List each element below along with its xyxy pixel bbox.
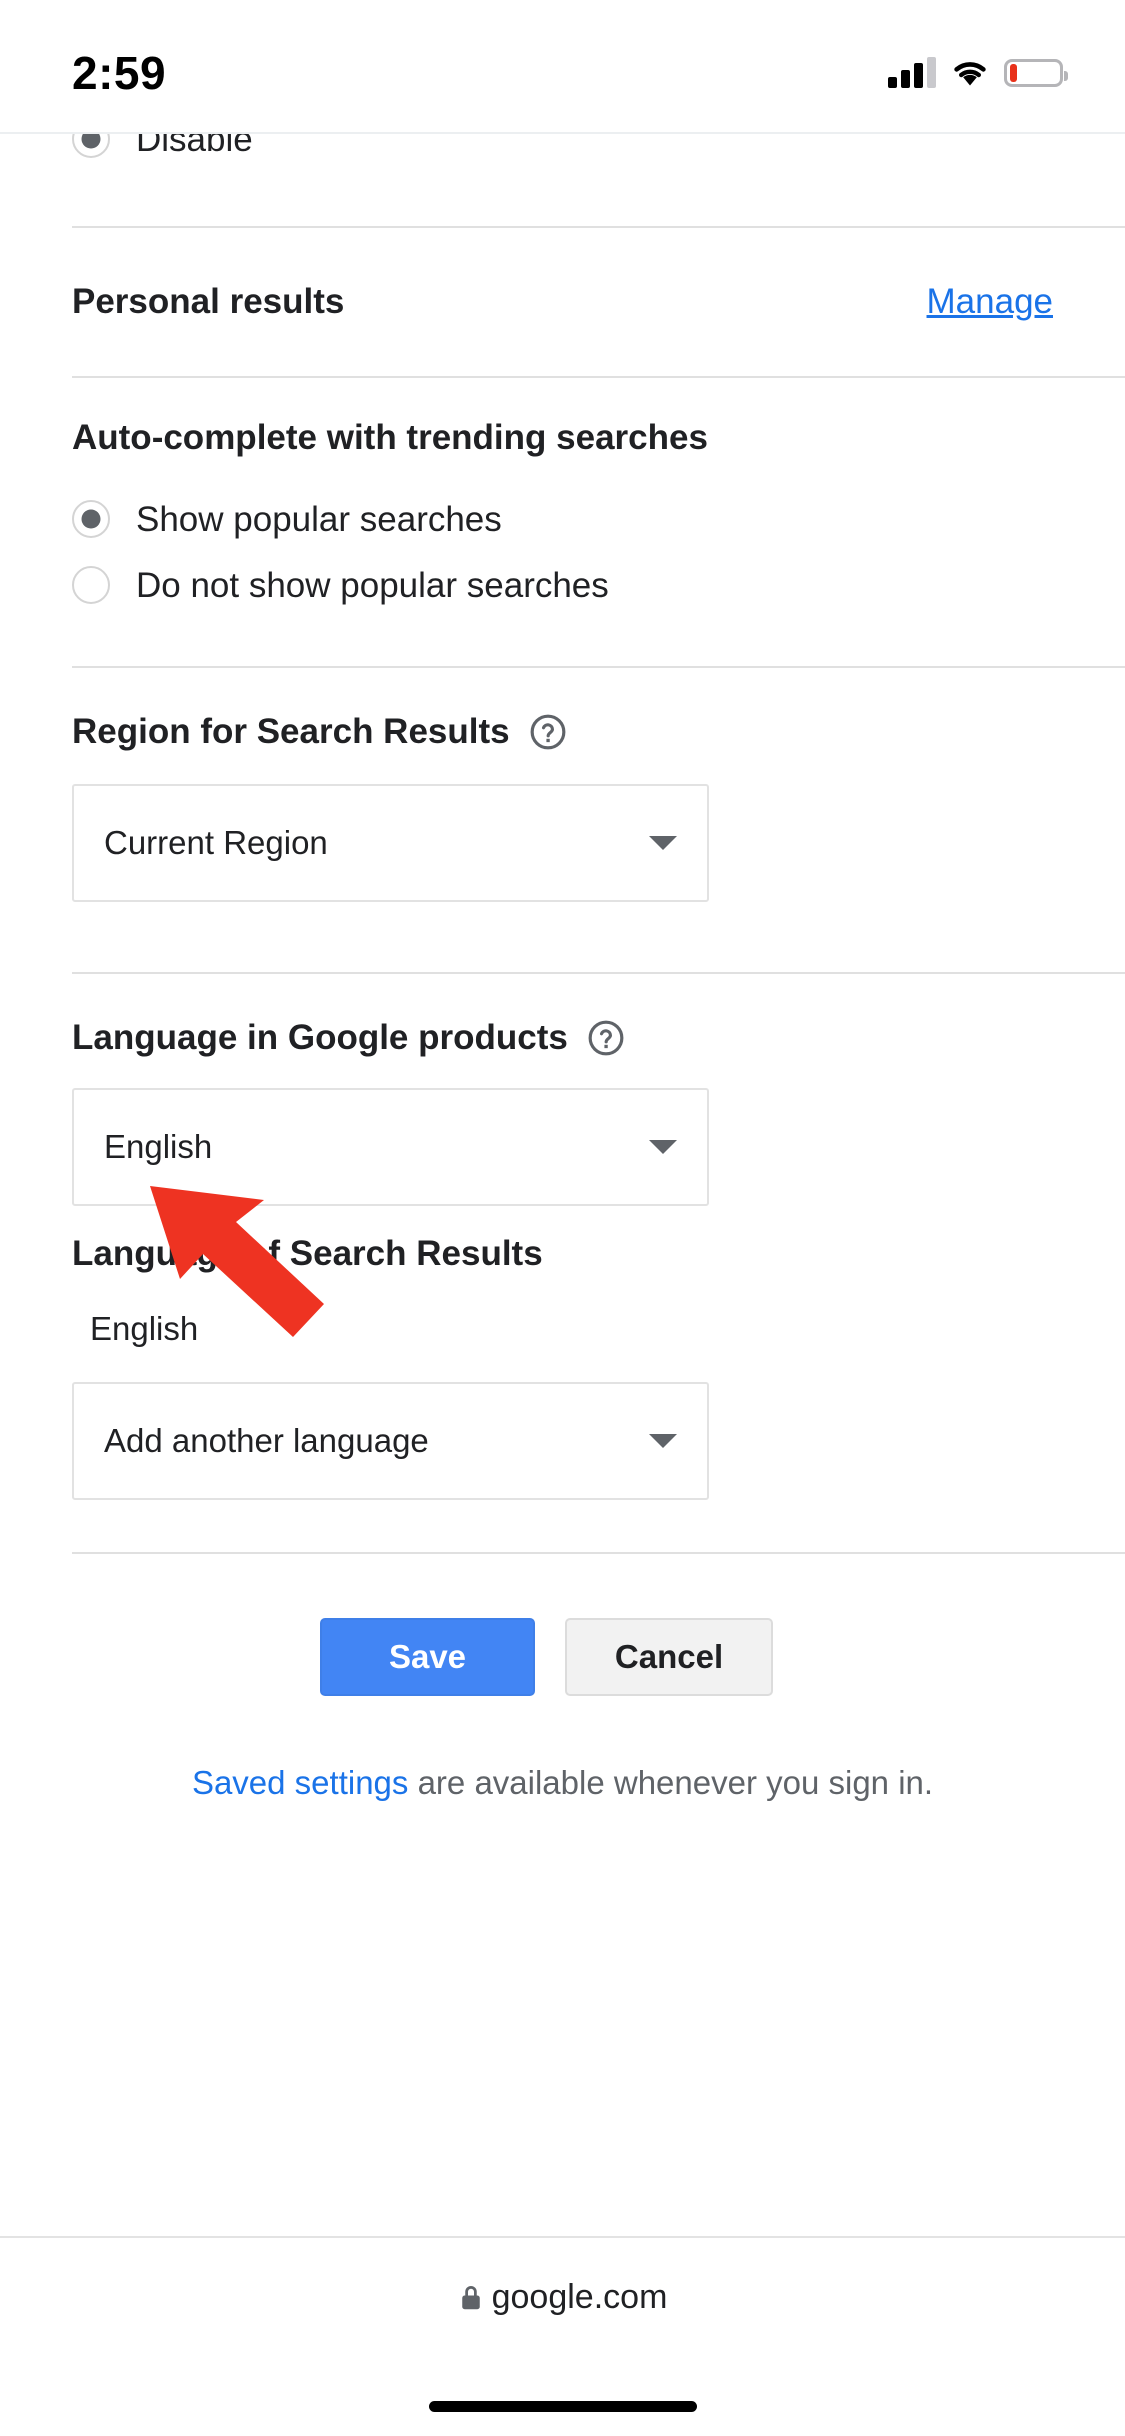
radio-row-do-not-show-popular[interactable]: Do not show popular searches [72,552,1053,618]
saved-settings-link[interactable]: Saved settings [192,1764,408,1801]
add-another-language-value: Add another language [104,1422,429,1459]
radio-do-not-show-popular-label: Do not show popular searches [136,565,609,605]
radio-row-show-popular[interactable]: Show popular searches [72,486,1053,552]
language-products-select[interactable]: English [72,1088,709,1206]
save-button[interactable]: Save [320,1618,535,1696]
personal-results-section: Personal results Manage [0,228,1125,376]
region-select-value: Current Region [104,824,328,861]
personal-results-title: Personal results [72,282,345,321]
language-results-title-text: Language of Search Results [72,1234,543,1273]
url-display[interactable]: google.com [458,2278,668,2317]
status-bar: 2:59 [0,0,1125,132]
help-circle-icon[interactable] [587,1019,625,1057]
home-indicator[interactable] [428,2401,697,2412]
saved-settings-note: Saved settings are available whenever yo… [0,1712,1125,1802]
cancel-button[interactable]: Cancel [565,1618,773,1696]
chevron-down-icon [649,1434,677,1448]
status-bar-icons [888,57,1068,88]
chevron-down-icon [649,1140,677,1154]
language-products-title: Language in Google products [72,1018,1053,1058]
cellular-signal-icon [888,57,936,88]
language-products-section: Language in Google products English [0,974,1125,1234]
language-results-current-value: English [90,1310,199,1347]
manage-link[interactable]: Manage [927,282,1053,322]
autocomplete-title-text: Auto-complete with trending searches [72,418,708,457]
chevron-down-icon [649,836,677,850]
wifi-icon [954,62,986,86]
region-title-text: Region for Search Results [72,712,510,751]
language-results-title: Language of Search Results [72,1234,1053,1274]
lock-icon [461,2285,480,2309]
radio-row-disable[interactable]: Disable [72,132,1053,172]
search-settings-clipped-option: Disable [0,132,1125,172]
settings-page: Disable Personal results Manage Auto-com… [0,132,1125,1802]
region-title: Region for Search Results [72,712,1053,752]
radio-show-popular-label: Show popular searches [136,499,502,539]
radio-disable-icon[interactable] [72,134,110,158]
autocomplete-section: Auto-complete with trending searches Sho… [0,378,1125,666]
autocomplete-title: Auto-complete with trending searches [72,418,1053,458]
add-another-language-select[interactable]: Add another language [72,1382,709,1500]
region-select[interactable]: Current Region [72,784,709,902]
radio-disable-label: Disable [136,132,253,159]
radio-show-popular-icon[interactable] [72,500,110,538]
browser-bottom-bar: google.com [0,2236,1125,2436]
battery-low-icon [1004,59,1068,87]
language-products-select-value: English [104,1128,213,1165]
status-bar-time: 2:59 [72,47,167,99]
saved-settings-rest: are available whenever you sign in. [408,1764,934,1801]
radio-do-not-show-popular-icon[interactable] [72,566,110,604]
help-circle-icon[interactable] [529,713,567,751]
url-text: google.com [491,2278,668,2316]
browser-viewport: Disable Personal results Manage Auto-com… [0,132,1125,2236]
form-actions: Save Cancel [0,1602,1125,1712]
region-section: Region for Search Results Current Region [0,668,1125,972]
language-results-section: Language of Search Results English Add a… [0,1234,1125,1552]
language-products-title-text: Language in Google products [72,1018,568,1057]
